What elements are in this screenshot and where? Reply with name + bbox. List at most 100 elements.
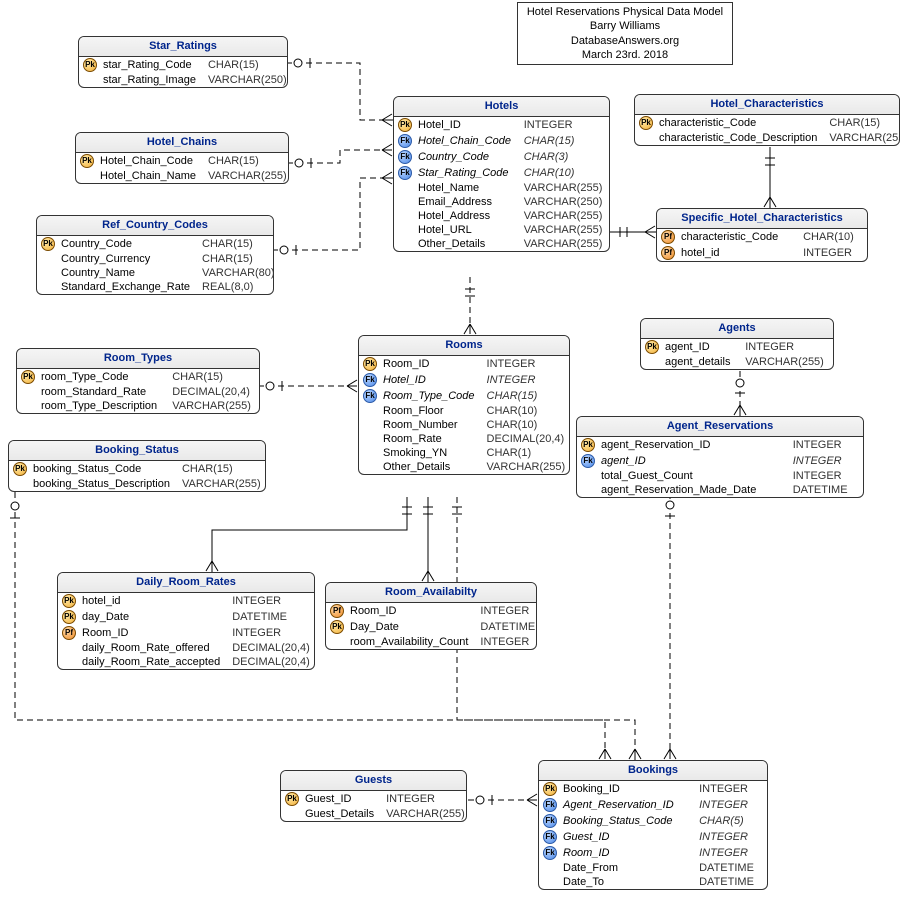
column-type: CHAR(1): [483, 446, 570, 460]
column-name: Room_ID: [379, 356, 483, 372]
pfk-key-icon: [58, 625, 78, 641]
pk-key-icon: [79, 57, 99, 73]
column-row: Room_NumberCHAR(10): [359, 418, 570, 432]
column-type: CHAR(15): [198, 236, 274, 252]
column-name: characteristic_Code_Description: [655, 131, 825, 145]
pk-key-icon: [9, 461, 29, 477]
pk-key-icon: [577, 437, 597, 453]
entity-title: Bookings: [539, 761, 767, 781]
column-row: characteristic_CodeCHAR(10): [657, 229, 867, 245]
title-line: Hotel Reservations Physical Data Model: [524, 5, 726, 19]
no-key-icon: [281, 807, 301, 821]
column-name: Standard_Exchange_Rate: [57, 280, 198, 294]
entity-title: Booking_Status: [9, 441, 265, 461]
column-type: CHAR(10): [483, 418, 570, 432]
title-line: DatabaseAnswers.org: [524, 34, 726, 48]
column-name: Agent_Reservation_ID: [559, 797, 695, 813]
entity-ref-country-codes: Ref_Country_CodesCountry_CodeCHAR(15)Cou…: [36, 215, 274, 295]
column-row: Hotel_IDINTEGER: [359, 372, 570, 388]
column-name: Country_Currency: [57, 252, 198, 266]
column-name: Guest_ID: [559, 829, 695, 845]
entity-star-ratings: Star_Ratingsstar_Rating_CodeCHAR(15)star…: [78, 36, 288, 88]
column-row: Country_CurrencyCHAR(15): [37, 252, 274, 266]
column-name: Hotel_Address: [414, 209, 520, 223]
entity-title: Agents: [641, 319, 833, 339]
column-name: Room_Rate: [379, 432, 483, 446]
no-key-icon: [359, 446, 379, 460]
no-key-icon: [79, 73, 99, 87]
column-name: characteristic_Code: [677, 229, 799, 245]
column-row: star_Rating_CodeCHAR(15): [79, 57, 288, 73]
fk-key-icon: [394, 133, 414, 149]
column-type: DATETIME: [476, 619, 537, 635]
column-row: room_Type_DescriptionVARCHAR(255): [17, 399, 259, 413]
column-type: CHAR(15): [520, 133, 609, 149]
column-type: INTEGER: [741, 339, 833, 355]
no-key-icon: [394, 223, 414, 237]
column-row: Guest_IDINTEGER: [539, 829, 767, 845]
column-row: Email_AddressVARCHAR(250): [394, 195, 609, 209]
pfk-key-icon: [326, 603, 346, 619]
no-key-icon: [641, 355, 661, 369]
entity-title: Daily_Room_Rates: [58, 573, 314, 593]
column-row: Country_NameVARCHAR(80): [37, 266, 274, 280]
column-row: Hotel_URLVARCHAR(255): [394, 223, 609, 237]
column-row: characteristic_Code_DescriptionVARCHAR(2…: [635, 131, 900, 145]
no-key-icon: [58, 655, 78, 669]
column-name: daily_Room_Rate_offered: [78, 641, 228, 655]
column-row: Booking_Status_CodeCHAR(5): [539, 813, 767, 829]
entity-specific-hotel-characteristics: Specific_Hotel_Characteristicscharacteri…: [656, 208, 868, 262]
entity-rooms: RoomsRoom_IDINTEGERHotel_IDINTEGERRoom_T…: [358, 335, 570, 475]
pk-key-icon: [641, 339, 661, 355]
column-row: Room_IDINTEGER: [326, 603, 537, 619]
column-name: agent_Reservation_ID: [597, 437, 789, 453]
no-key-icon: [539, 875, 559, 889]
column-row: Standard_Exchange_RateREAL(8,0): [37, 280, 274, 294]
column-type: INTEGER: [483, 356, 570, 372]
column-name: Hotel_Chain_Code: [96, 153, 204, 169]
column-row: Date_FromDATETIME: [539, 861, 767, 875]
entity-hotel-chains: Hotel_ChainsHotel_Chain_CodeCHAR(15)Hote…: [75, 132, 289, 184]
no-key-icon: [359, 460, 379, 474]
column-type: VARCHAR(255): [483, 460, 570, 474]
column-type: CHAR(10): [520, 165, 609, 181]
column-name: booking_Status_Description: [29, 477, 178, 491]
entity-columns: booking_Status_CodeCHAR(15)booking_Statu…: [9, 461, 266, 491]
column-name: room_Type_Description: [37, 399, 168, 413]
column-type: INTEGER: [789, 469, 863, 483]
no-key-icon: [58, 641, 78, 655]
fk-key-icon: [539, 797, 559, 813]
pfk-key-icon: [657, 245, 677, 261]
column-name: agent_ID: [597, 453, 789, 469]
column-type: INTEGER: [520, 117, 609, 133]
column-type: INTEGER: [789, 437, 863, 453]
entity-columns: Hotel_IDINTEGERHotel_Chain_CodeCHAR(15)C…: [394, 117, 609, 251]
column-type: DATETIME: [695, 861, 767, 875]
column-name: Guest_ID: [301, 791, 382, 807]
column-row: Room_Type_CodeCHAR(15): [359, 388, 570, 404]
column-name: total_Guest_Count: [597, 469, 789, 483]
column-row: day_DateDATETIME: [58, 609, 315, 625]
column-type: DECIMAL(20,4): [483, 432, 570, 446]
column-type: VARCHAR(255): [168, 399, 259, 413]
entity-columns: room_Type_CodeCHAR(15)room_Standard_Rate…: [17, 369, 259, 413]
no-key-icon: [635, 131, 655, 145]
column-name: Other_Details: [414, 237, 520, 251]
column-row: Other_DetailsVARCHAR(255): [359, 460, 570, 474]
column-type: CHAR(10): [799, 229, 867, 245]
column-type: VARCHAR(80): [198, 266, 274, 280]
column-name: Room_ID: [559, 845, 695, 861]
no-key-icon: [359, 432, 379, 446]
column-name: agent_details: [661, 355, 741, 369]
entity-title: Rooms: [359, 336, 569, 356]
column-name: agent_Reservation_Made_Date: [597, 483, 789, 497]
column-name: agent_ID: [661, 339, 741, 355]
no-key-icon: [359, 404, 379, 418]
column-type: INTEGER: [695, 829, 767, 845]
column-row: agent_detailsVARCHAR(255): [641, 355, 833, 369]
column-row: total_Guest_CountINTEGER: [577, 469, 863, 483]
column-row: room_Availability_CountINTEGER: [326, 635, 537, 649]
no-key-icon: [577, 483, 597, 497]
column-row: daily_Room_Rate_acceptedDECIMAL(20,4): [58, 655, 315, 669]
entity-title: Specific_Hotel_Characteristics: [657, 209, 867, 229]
